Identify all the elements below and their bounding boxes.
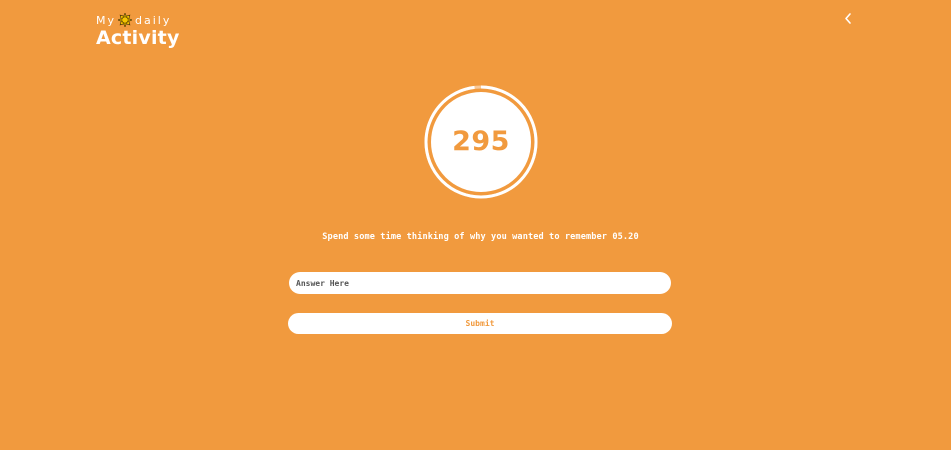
countdown-timer: 295 (424, 85, 538, 199)
timer-value: 295 (452, 125, 510, 157)
logo-text-daily: daily (135, 13, 172, 27)
answer-input[interactable] (289, 272, 671, 294)
reflection-prompt: Spend some time thinking of why you want… (322, 232, 639, 242)
sun-icon (117, 12, 133, 28)
logo-text-activity: Activity (96, 27, 180, 49)
back-button[interactable] (841, 11, 855, 27)
submit-button[interactable]: Submit (288, 313, 672, 334)
chevron-left-icon (845, 13, 851, 24)
activity-page: My daily Activity 295 Spend some time th… (0, 0, 951, 450)
logo-text-my: My (96, 13, 117, 27)
app-logo: My daily Activity (96, 12, 180, 49)
logo-top-line: My daily (96, 12, 180, 28)
